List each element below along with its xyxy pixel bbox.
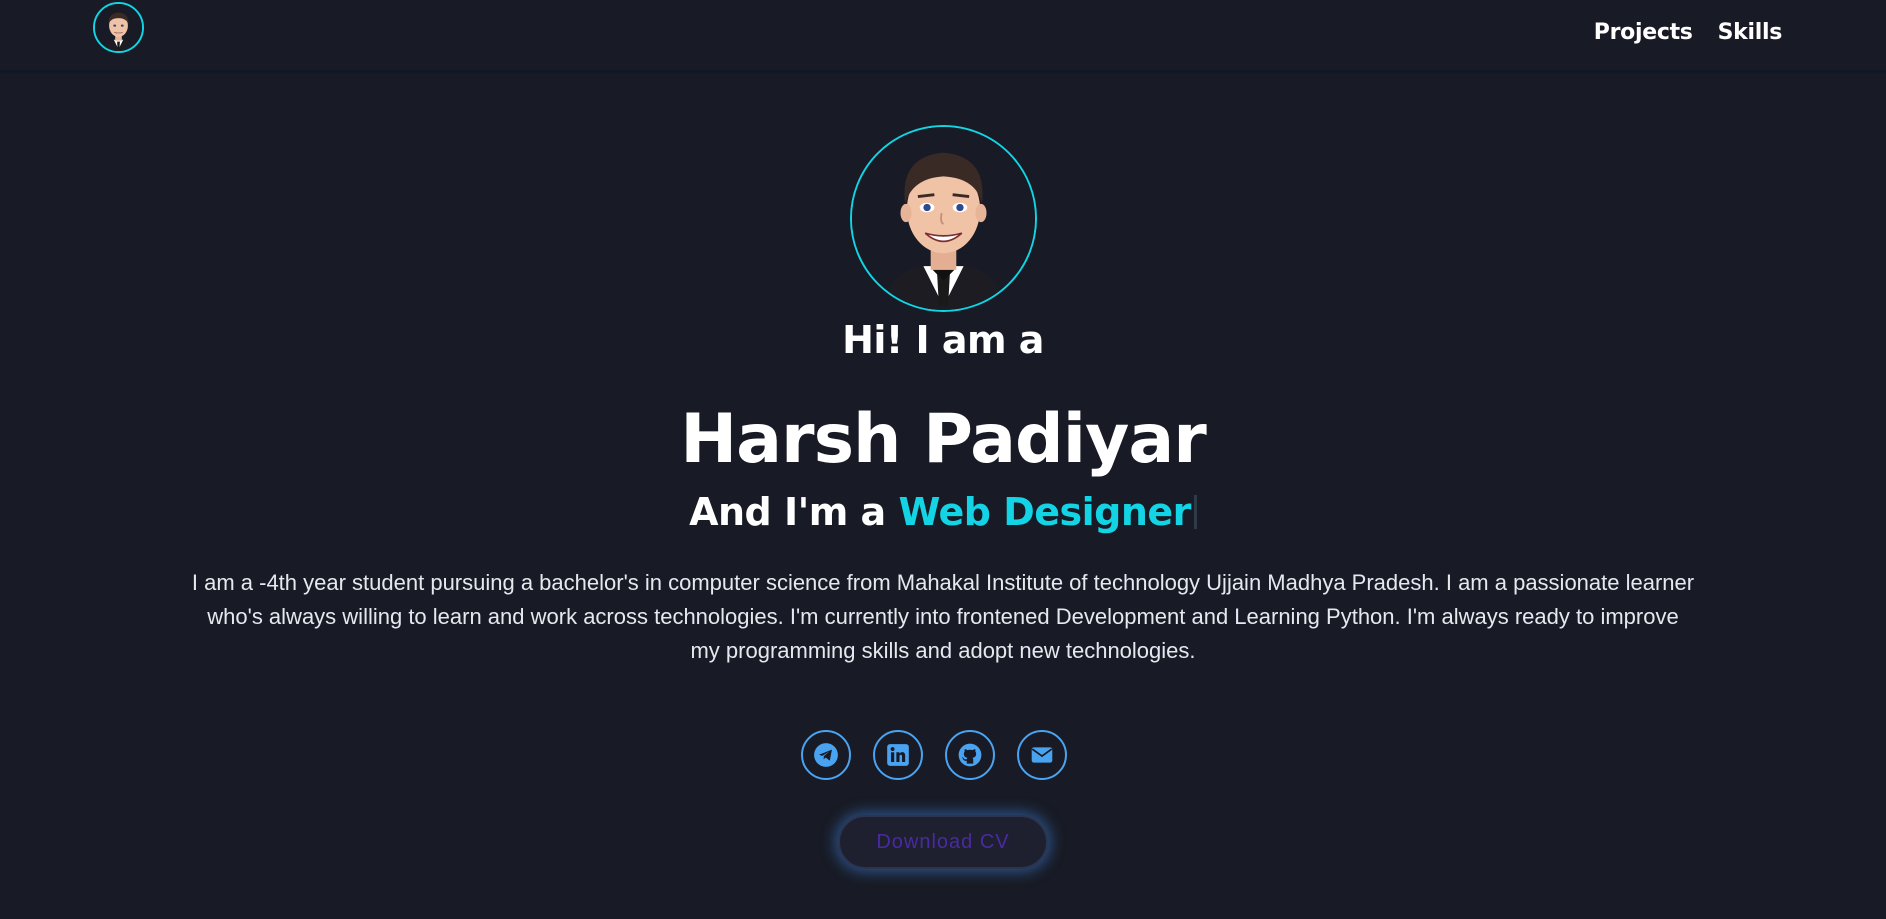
nav-links: Projects Skills: [1594, 20, 1783, 45]
social-links: [801, 730, 1067, 780]
github-icon: [958, 743, 982, 767]
linkedin-button[interactable]: [873, 730, 923, 780]
nav-link-projects[interactable]: Projects: [1594, 20, 1693, 45]
role-line: And I'm a Web Designer: [0, 490, 1886, 534]
envelope-icon: [1031, 747, 1053, 763]
nav-link-skills[interactable]: Skills: [1718, 20, 1783, 45]
avatar-icon: [852, 127, 1035, 310]
github-button[interactable]: [945, 730, 995, 780]
download-cv-button[interactable]: Download CV: [838, 815, 1048, 869]
typing-cursor: [1193, 495, 1197, 529]
telegram-icon: [814, 743, 838, 767]
telegram-button[interactable]: [801, 730, 851, 780]
role-prefix: And I'm a: [689, 490, 899, 534]
bio-paragraph: I am a -4th year student pursuing a bach…: [191, 570, 1695, 663]
greeting-text: Hi! I am a: [842, 318, 1044, 362]
navbar: Projects Skills: [0, 0, 1886, 70]
email-button[interactable]: [1017, 730, 1067, 780]
hero-avatar: [850, 125, 1037, 312]
nav-avatar-icon[interactable]: [93, 2, 144, 53]
hero-name: Harsh Padiyar: [680, 400, 1207, 479]
role-typed-text: Web Designer: [898, 490, 1191, 534]
linkedin-icon: [887, 744, 909, 766]
avatar-icon: [95, 4, 142, 51]
nav-divider: [0, 70, 1886, 76]
